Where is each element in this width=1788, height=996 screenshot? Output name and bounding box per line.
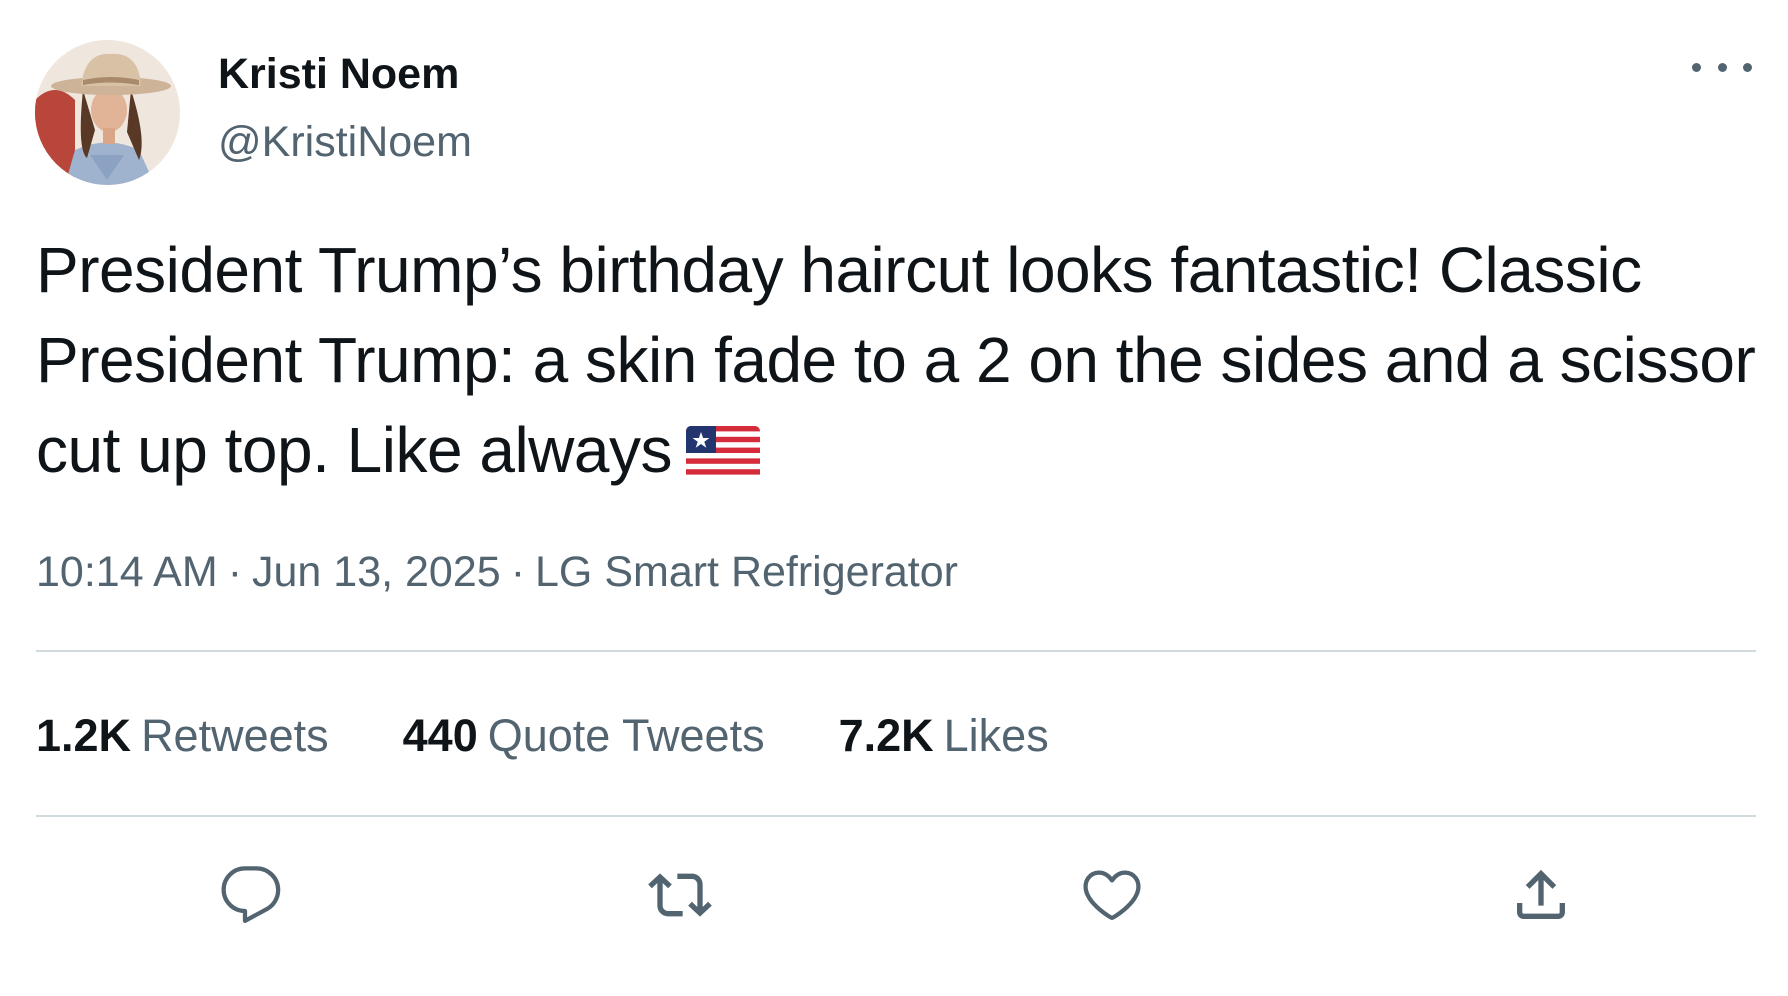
retweets-count: 1.2K <box>36 710 132 761</box>
quote-tweets-count: 440 <box>402 710 478 761</box>
likes-label: Likes <box>943 710 1049 761</box>
tweet-source[interactable]: LG Smart Refrigerator <box>535 548 958 596</box>
tweet-date[interactable]: Jun 13, 2025 <box>252 548 501 596</box>
retweets-stat[interactable]: 1.2K Retweets <box>36 710 329 762</box>
retweet-icon <box>648 873 712 917</box>
like-button[interactable] <box>1077 860 1147 930</box>
more-dot-icon <box>1692 62 1701 72</box>
tweet-meta: 10:14 AM · Jun 13, 2025 · LG Smart Refrigera… <box>36 548 958 597</box>
reply-icon <box>221 866 281 923</box>
quote-tweets-stat[interactable]: 440 Quote Tweets <box>403 710 765 762</box>
more-options-button[interactable] <box>1692 52 1752 82</box>
us-flag-icon <box>685 413 760 503</box>
author-handle[interactable]: @KristiNoem <box>218 118 472 167</box>
likes-count: 7.2K <box>838 710 934 761</box>
tweet-card: Kristi Noem @KristiNoem President Trump’… <box>0 0 1788 996</box>
meta-separator: · <box>510 548 526 596</box>
avatar[interactable] <box>35 40 180 185</box>
profile-photo-icon <box>35 40 180 185</box>
retweet-button[interactable] <box>645 860 715 930</box>
more-dot-icon <box>1717 62 1727 72</box>
share-button[interactable] <box>1506 860 1576 930</box>
tweet-text: President Trump’s birthday haircut looks… <box>36 225 1756 503</box>
meta-separator: · <box>227 548 243 596</box>
tweet-time[interactable]: 10:14 AM <box>36 548 218 596</box>
share-icon <box>1517 869 1565 919</box>
tweet-body: President Trump’s birthday haircut looks… <box>36 234 1756 486</box>
likes-stat[interactable]: 7.2K Likes <box>839 710 1049 762</box>
heart-icon <box>1083 870 1141 921</box>
action-bar <box>0 860 1788 930</box>
reply-button[interactable] <box>216 860 286 930</box>
divider <box>36 815 1756 817</box>
author-display-name[interactable]: Kristi Noem <box>218 50 459 99</box>
more-dot-icon <box>1743 62 1752 72</box>
retweets-label: Retweets <box>141 710 329 761</box>
quote-tweets-label: Quote Tweets <box>487 710 765 761</box>
divider <box>36 650 1756 652</box>
tweet-stats: 1.2K Retweets 440 Quote Tweets 7.2K Likes <box>36 710 1049 762</box>
